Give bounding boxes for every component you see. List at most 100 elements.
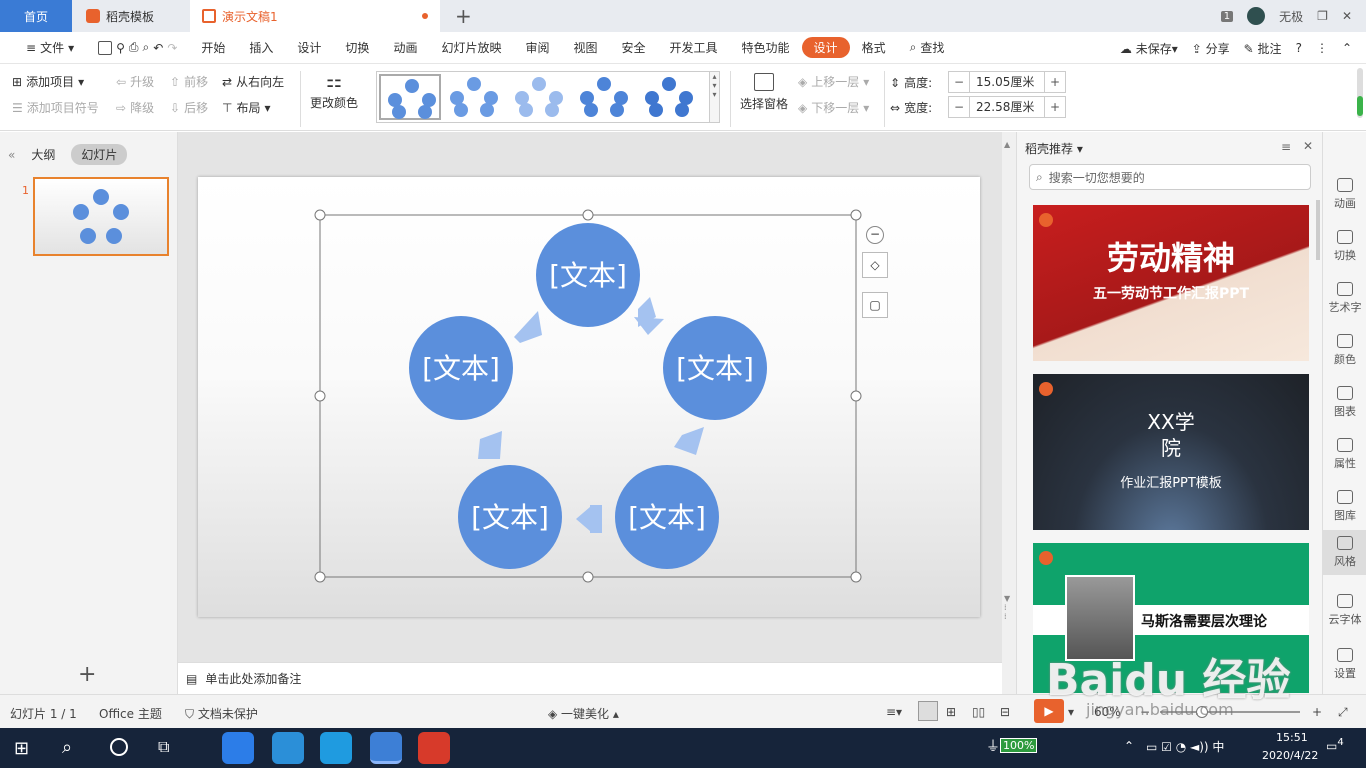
sorter-view-icon[interactable]: ⊞ bbox=[946, 705, 956, 719]
comment-button[interactable]: ✎ 批注 bbox=[1244, 40, 1282, 57]
tray-up-icon[interactable]: ⌃ bbox=[1124, 739, 1134, 753]
tab-home[interactable]: 首页 bbox=[0, 0, 72, 32]
collapse-ribbon-icon[interactable]: ⌃ bbox=[1342, 41, 1352, 55]
tab-outline[interactable]: 大纲 bbox=[31, 146, 55, 163]
clock-date[interactable]: 2020/4/22 bbox=[1262, 749, 1318, 762]
selection-pane-button[interactable]: 选择窗格 bbox=[740, 73, 788, 112]
power-plug-icon[interactable]: ⏚ bbox=[986, 736, 1000, 756]
ribbon-scroll[interactable] bbox=[1357, 68, 1363, 118]
undo-icon[interactable]: ↶ bbox=[153, 41, 163, 55]
add-bullet-button[interactable]: ☰ 添加项目符号 bbox=[12, 99, 99, 116]
tab-daoke-template[interactable]: 稻壳模板 bbox=[72, 0, 190, 32]
tool-color[interactable]: 颜色 bbox=[1323, 328, 1366, 373]
send-backward-button[interactable]: ◈ 下移一层 ▾ bbox=[798, 99, 869, 116]
theme-name[interactable]: Office 主题 bbox=[99, 705, 162, 722]
tab-8[interactable]: 安全 bbox=[610, 39, 658, 56]
restore-icon[interactable]: ❐ bbox=[1317, 9, 1328, 23]
tab-4[interactable]: 动画 bbox=[381, 39, 429, 56]
notes-area[interactable]: ▤ 单击此处添加备注 bbox=[178, 662, 1002, 694]
battery-level[interactable]: 100% bbox=[1000, 738, 1038, 753]
node-text-4[interactable]: [文本] bbox=[471, 501, 549, 534]
upgrade-button[interactable]: ⇦ 升级 bbox=[116, 73, 154, 90]
reading-view-icon[interactable]: ▯▯ bbox=[972, 705, 985, 719]
print-icon[interactable]: ⎙ bbox=[129, 40, 139, 55]
tab-slides[interactable]: 幻灯片 bbox=[71, 144, 128, 165]
search-menu[interactable]: ⌕ 查找 bbox=[898, 39, 957, 56]
app-icon-2[interactable] bbox=[272, 732, 304, 764]
style-option-2[interactable] bbox=[443, 74, 505, 120]
beautify-button[interactable]: ◈ 一键美化 ▴ bbox=[548, 705, 619, 722]
template-card[interactable]: 劳动精神 五一劳动节工作汇报PPT bbox=[1033, 205, 1309, 361]
tab-7[interactable]: 视图 bbox=[561, 39, 609, 56]
close-panel-icon[interactable]: ✕ bbox=[1303, 139, 1313, 153]
more-icon[interactable]: ⋮ bbox=[1316, 41, 1328, 55]
tool-chart[interactable]: 图表 bbox=[1323, 380, 1366, 425]
style-option-4[interactable] bbox=[573, 74, 635, 120]
right-to-left-button[interactable]: ⇄ 从右向左 bbox=[222, 73, 284, 90]
height-stepper[interactable]: −15.05厘米 + bbox=[948, 71, 1066, 93]
tab-document[interactable]: 演示文稿1 bbox=[190, 0, 440, 32]
unsaved-button[interactable]: ☁ 未保存▾ bbox=[1120, 40, 1178, 57]
format-painter-icon[interactable]: ⚲ bbox=[116, 41, 125, 55]
tab-format[interactable]: 格式 bbox=[850, 39, 898, 56]
panel-title[interactable]: 稻壳推荐 ▾ bbox=[1025, 140, 1083, 157]
search-icon[interactable]: ⌕ bbox=[62, 737, 72, 758]
style-option-5[interactable] bbox=[638, 74, 700, 120]
normal-view-icon[interactable] bbox=[918, 701, 938, 721]
windows-start-icon[interactable]: ⊞ bbox=[14, 738, 29, 759]
help-icon[interactable]: ? bbox=[1296, 41, 1302, 55]
tool-wordart[interactable]: 艺术字 bbox=[1323, 276, 1366, 321]
browser-icon[interactable] bbox=[320, 732, 352, 764]
tool-style[interactable]: 风格 bbox=[1323, 530, 1366, 575]
forward-button[interactable]: ⇧ 前移 bbox=[170, 73, 208, 90]
presenter-view-icon[interactable]: ⊟ bbox=[1000, 705, 1010, 719]
tool-cloud-font[interactable]: 云字体 bbox=[1323, 588, 1366, 633]
tab-0[interactable]: 开始 bbox=[189, 39, 237, 56]
close-icon[interactable]: ✕ bbox=[1342, 9, 1352, 23]
cortana-icon[interactable] bbox=[110, 738, 128, 756]
redo-icon[interactable]: ↷ bbox=[167, 41, 177, 55]
wps-word-icon[interactable] bbox=[370, 732, 402, 764]
tab-1[interactable]: 插入 bbox=[237, 39, 285, 56]
template-search-input[interactable]: ⌕ 搜索一切您想要的 bbox=[1029, 164, 1311, 190]
collapse-panel-icon[interactable]: « bbox=[8, 148, 15, 162]
tool-settings[interactable]: 设置 bbox=[1323, 642, 1366, 687]
node-text-5[interactable]: [文本] bbox=[422, 352, 500, 385]
tab-10[interactable]: 特色功能 bbox=[730, 39, 802, 56]
panel-scrollbar[interactable] bbox=[1316, 200, 1320, 260]
layout-button[interactable]: ⊤ 布局 ▾ bbox=[222, 99, 271, 116]
tool-animation[interactable]: 动画 bbox=[1323, 172, 1366, 217]
style-option-3[interactable] bbox=[508, 74, 570, 120]
zoom-in-icon[interactable]: + bbox=[1312, 705, 1322, 719]
backward-button[interactable]: ⇩ 后移 bbox=[170, 99, 208, 116]
app-icon-5[interactable] bbox=[418, 732, 450, 764]
tab-6[interactable]: 审阅 bbox=[513, 39, 561, 56]
tool-property[interactable]: 属性 bbox=[1323, 432, 1366, 477]
tab-2[interactable]: 设计 bbox=[285, 39, 333, 56]
tool-transition[interactable]: 切换 bbox=[1323, 224, 1366, 269]
add-slide-button[interactable]: + bbox=[78, 662, 96, 687]
shape-outline-icon[interactable]: ▢ bbox=[862, 292, 888, 318]
collapse-graphic-icon[interactable]: − bbox=[866, 226, 884, 244]
new-tab-plus-icon[interactable]: + bbox=[455, 4, 472, 28]
style-option-1[interactable] bbox=[379, 74, 441, 120]
node-text-2[interactable]: [文本] bbox=[676, 352, 754, 385]
user-name[interactable]: 无极 bbox=[1279, 8, 1303, 25]
tab-3[interactable]: 切换 bbox=[333, 39, 381, 56]
width-input[interactable]: 22.58厘米 bbox=[969, 97, 1045, 117]
tab-design-smartart[interactable]: 设计 bbox=[801, 37, 850, 58]
protect-status[interactable]: ⛉ 文档未保护 bbox=[185, 705, 258, 722]
minus-icon[interactable]: − bbox=[949, 75, 969, 89]
bring-forward-button[interactable]: ◈ 上移一层 ▾ bbox=[798, 73, 869, 90]
tab-9[interactable]: 开发工具 bbox=[658, 39, 730, 56]
downgrade-button[interactable]: ⇨ 降级 bbox=[116, 99, 154, 116]
fit-window-icon[interactable]: ⤢ bbox=[1338, 705, 1348, 720]
plus-icon[interactable]: + bbox=[1045, 100, 1065, 114]
gallery-scroll[interactable]: ▴ ▾ ▾ bbox=[709, 72, 719, 122]
notification-icon[interactable]: ▭4 bbox=[1326, 737, 1344, 753]
template-card[interactable]: XX学 院 作业汇报PPT模板 bbox=[1033, 374, 1309, 530]
clock-time[interactable]: 15:51 bbox=[1276, 731, 1308, 744]
canvas-scrollbar[interactable]: ▲ ▼ ⁞ ⁞ bbox=[1002, 132, 1016, 694]
node-text-3[interactable]: [文本] bbox=[628, 501, 706, 534]
minus-icon[interactable]: − bbox=[949, 100, 969, 114]
